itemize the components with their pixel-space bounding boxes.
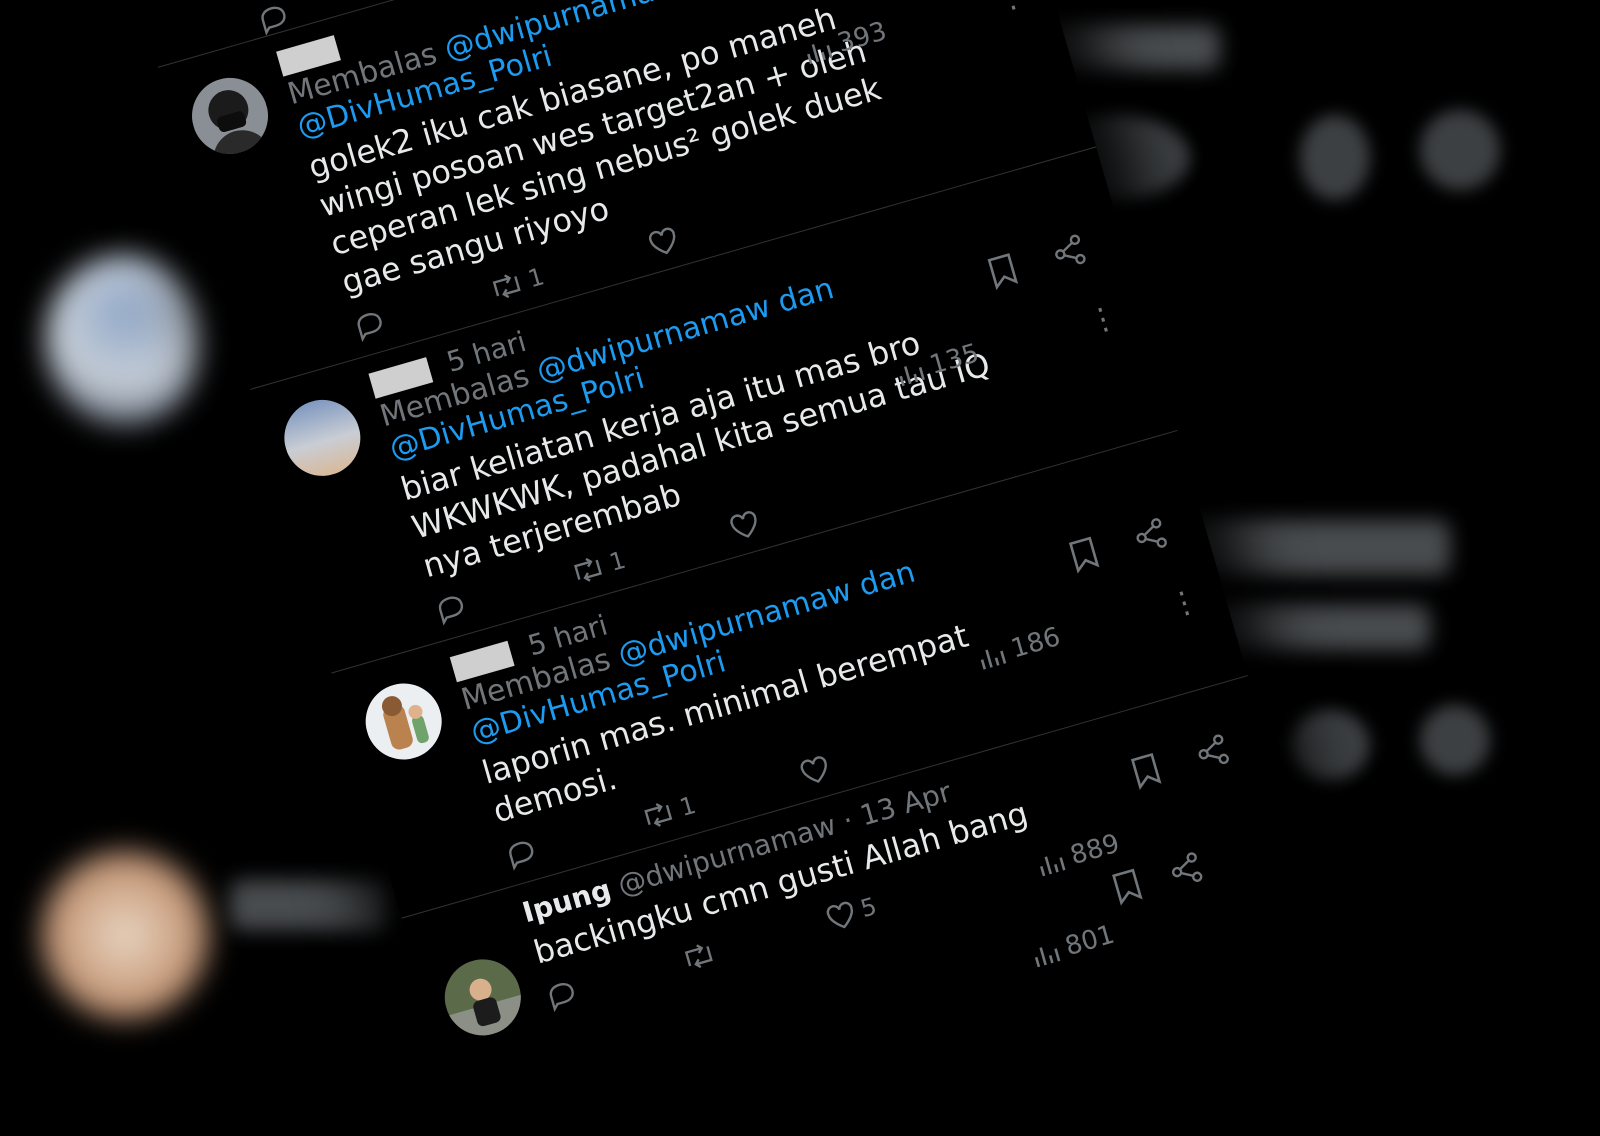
blurred-button xyxy=(1420,110,1500,190)
share-icon[interactable] xyxy=(1048,231,1090,273)
heart-icon xyxy=(823,898,860,933)
blurred-button xyxy=(1420,705,1490,775)
repost-button[interactable]: 1 xyxy=(486,262,547,304)
bookmark-icon[interactable] xyxy=(1109,866,1145,906)
repost-count: 1 xyxy=(524,262,548,294)
analytics-icon xyxy=(802,36,834,66)
avatar[interactable] xyxy=(356,674,451,769)
repost-icon xyxy=(487,269,527,303)
like-count: 5 xyxy=(857,891,880,924)
like-button[interactable] xyxy=(727,506,769,543)
blurred-button xyxy=(1300,115,1370,200)
analytics-icon xyxy=(1035,848,1067,878)
repost-icon xyxy=(568,553,608,587)
reply-button[interactable] xyxy=(544,978,581,1013)
repost-icon xyxy=(638,798,678,832)
repost-count: 1 xyxy=(606,545,629,577)
timestamp xyxy=(342,28,351,60)
reply-button[interactable] xyxy=(433,591,470,626)
reply-icon xyxy=(352,308,389,343)
reply-icon xyxy=(544,978,581,1013)
avatar[interactable] xyxy=(183,68,278,163)
avatar[interactable] xyxy=(435,950,530,1045)
analytics-icon xyxy=(976,641,1008,671)
avatar[interactable] xyxy=(275,390,370,485)
like-button[interactable]: 5 xyxy=(823,892,880,933)
blurred-avatar xyxy=(45,255,205,425)
author-name[interactable] xyxy=(342,28,351,60)
reply-icon xyxy=(504,836,541,871)
repost-button[interactable]: 1 xyxy=(568,546,629,588)
blurred-button xyxy=(1290,710,1370,780)
reply-button[interactable] xyxy=(504,836,541,871)
heart-icon xyxy=(797,752,834,787)
heart-icon xyxy=(727,507,764,542)
blurred-text-bar xyxy=(230,880,390,930)
analytics-icon xyxy=(894,358,926,388)
share-icon[interactable] xyxy=(1129,514,1171,556)
analytics-icon xyxy=(1030,939,1062,969)
share-icon[interactable] xyxy=(1191,731,1233,773)
repost-icon xyxy=(679,939,719,973)
share-icon[interactable] xyxy=(1165,849,1207,891)
repost-count: 1 xyxy=(676,790,699,823)
like-button[interactable] xyxy=(645,222,687,259)
repost-button[interactable] xyxy=(679,937,725,973)
repost-button[interactable]: 1 xyxy=(638,791,699,833)
reply-icon xyxy=(433,591,470,626)
blurred-avatar xyxy=(40,850,210,1020)
heart-icon xyxy=(645,224,682,259)
like-button[interactable] xyxy=(797,751,839,788)
reply-button[interactable] xyxy=(352,308,389,343)
